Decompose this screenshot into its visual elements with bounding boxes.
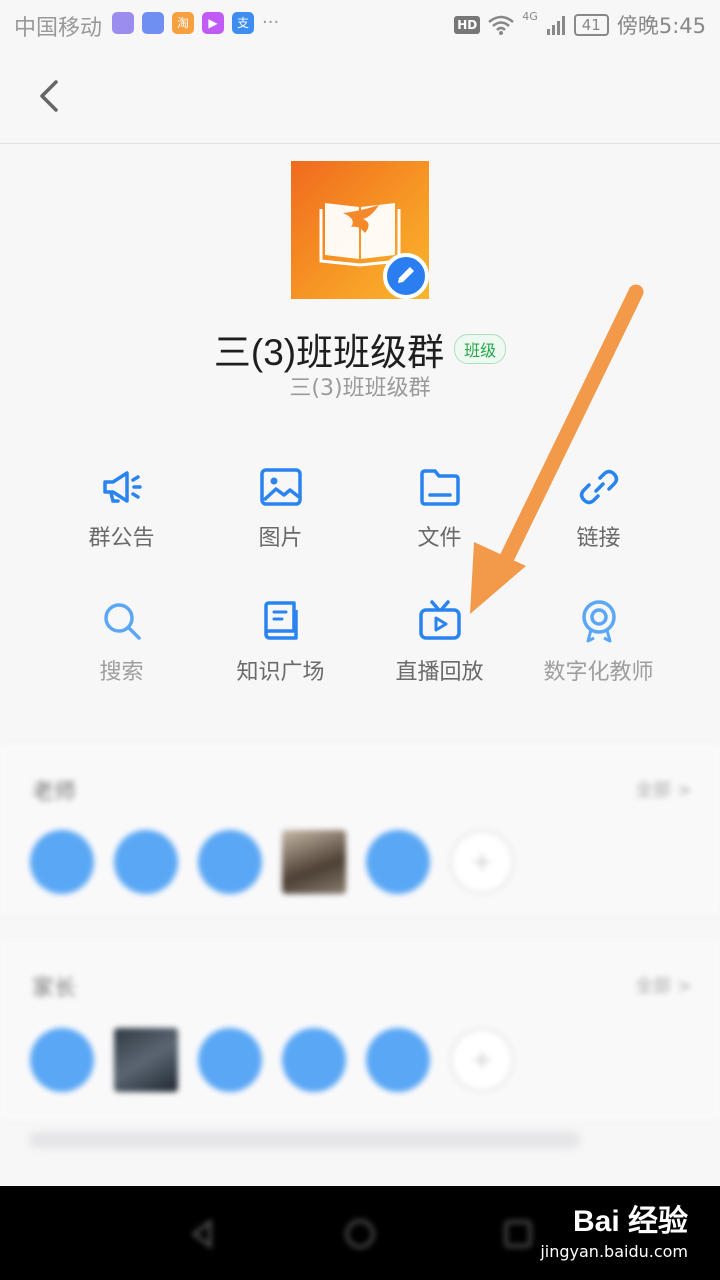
nav-recents-icon[interactable] — [500, 1216, 536, 1252]
book-icon — [263, 601, 298, 640]
network-type: 4G — [522, 10, 538, 23]
class-tag-badge: 班级 — [454, 334, 507, 364]
avatar[interactable] — [198, 830, 262, 894]
more-notifications-icon: ··· — [262, 12, 280, 33]
avatar[interactable] — [366, 830, 430, 894]
hd-indicator: HD — [454, 16, 481, 34]
carrier-label: 中国移动 — [14, 16, 103, 41]
feature-label: 链接 — [576, 526, 621, 551]
blurred-text-line — [30, 1132, 580, 1148]
nav-home-icon[interactable] — [342, 1216, 378, 1252]
video-play-icon: ▶ — [202, 12, 224, 34]
megaphone-icon — [102, 471, 142, 503]
watermark: Bai 经验 jingyan.baidu.com — [540, 1196, 688, 1261]
feature-files[interactable]: 文件 — [360, 464, 519, 552]
back-arrow-icon[interactable] — [28, 74, 72, 118]
view-all-link[interactable]: 全部 > — [635, 972, 692, 998]
parent-members-section: 家长 全部 > + — [0, 940, 720, 1120]
baidu-jingyan-logo: Bai 经验 — [572, 1205, 688, 1238]
app-icon-1 — [112, 12, 134, 34]
notification-app-icons: 淘 ▶ 支 ··· — [112, 12, 279, 34]
group-name: 三(3)班班级群 — [213, 332, 445, 373]
feature-live-replay[interactable]: 直播回放 — [360, 598, 519, 686]
pencil-icon — [398, 267, 414, 283]
taobao-icon: 淘 — [172, 12, 194, 34]
avatar[interactable] — [114, 830, 178, 894]
view-all-link[interactable]: 全部 > — [635, 776, 692, 802]
tv-replay-icon — [418, 600, 461, 640]
alipay-icon: 支 — [232, 12, 254, 34]
avatar[interactable] — [114, 1028, 178, 1092]
status-indicators: HD 4G 41 傍晚5:45 — [454, 10, 706, 40]
feature-label: 搜索 — [99, 660, 144, 685]
avatar[interactable] — [366, 1028, 430, 1092]
avatar[interactable] — [30, 830, 94, 894]
feature-label: 图片 — [258, 526, 303, 551]
avatar[interactable] — [282, 830, 346, 894]
member-avatar-row: + — [30, 1028, 514, 1092]
image-icon — [259, 468, 302, 506]
feature-grid: 群公告 图片 文件 链接 搜索 知识广场 直播回放 数字化教师 — [42, 464, 678, 686]
badge-award-icon — [581, 600, 616, 643]
avatar[interactable] — [282, 1028, 346, 1092]
feature-label: 数字化教师 — [543, 660, 654, 685]
signal-icon — [546, 16, 565, 35]
feature-images[interactable]: 图片 — [201, 464, 360, 552]
feature-label: 知识广场 — [236, 660, 325, 685]
feature-digital-teacher[interactable]: 数字化教师 — [519, 598, 678, 686]
status-bar: 中国移动 淘 ▶ 支 ··· HD 4G 41 傍晚5:45 — [0, 0, 720, 50]
search-icon — [103, 603, 141, 640]
member-avatar-row: + — [30, 830, 514, 894]
watermark-url: jingyan.baidu.com — [540, 1242, 688, 1261]
add-member-button[interactable]: + — [450, 830, 514, 894]
feature-announcement[interactable]: 群公告 — [42, 464, 201, 552]
top-nav-bar — [0, 50, 720, 144]
feature-links[interactable]: 链接 — [519, 464, 678, 552]
clock: 傍晚5:45 — [616, 14, 706, 38]
feature-label: 直播回放 — [395, 660, 484, 685]
avatar[interactable] — [198, 1028, 262, 1092]
wifi-icon — [488, 15, 515, 35]
section-title: 老师 — [32, 780, 77, 805]
folder-icon — [419, 469, 460, 506]
group-info-panel: 三(3)班班级群 班级 三(3)班班级群 群公告 图片 文件 链接 搜索 知识广… — [0, 144, 720, 714]
section-title: 家长 — [32, 976, 77, 1001]
nav-back-icon[interactable] — [184, 1216, 220, 1252]
feature-label: 群公告 — [88, 526, 155, 551]
group-subtitle: 三(3)班班级群 — [289, 376, 431, 401]
avatar[interactable] — [30, 1028, 94, 1092]
battery-level: 41 — [573, 14, 609, 36]
edit-avatar-button[interactable] — [383, 253, 429, 299]
feature-knowledge-square[interactable]: 知识广场 — [201, 598, 360, 686]
feature-search[interactable]: 搜索 — [42, 598, 201, 686]
teacher-members-section: 老师 全部 > + — [0, 744, 720, 914]
feature-label: 文件 — [417, 526, 462, 551]
app-icon-2 — [142, 12, 164, 34]
group-title-row: 三(3)班班级群 班级 — [0, 322, 720, 376]
link-icon — [579, 469, 618, 505]
add-member-button[interactable]: + — [450, 1028, 514, 1092]
